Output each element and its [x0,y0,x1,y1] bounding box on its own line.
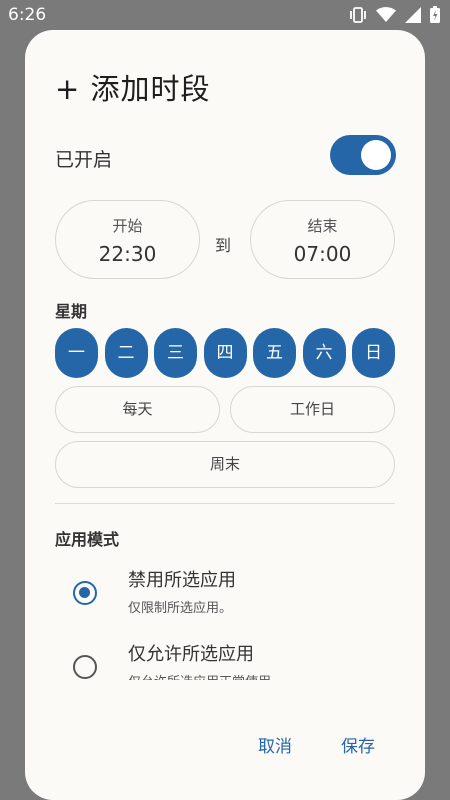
battery-icon [430,6,440,23]
status-time: 6:26 [8,5,47,25]
wifi-icon [376,6,396,23]
mode-option-title: 仅允许所选应用 [128,644,254,665]
mode-option-allow-only-selected[interactable]: 仅允许所选应用 仅允许所选应用正常使用 [55,640,395,680]
signal-icon [405,6,421,23]
status-icons [349,6,440,23]
mode-option-subtitle: 仅允许所选应用正常使用 [128,671,271,680]
status-bar: 6:26 [0,0,450,30]
save-button[interactable]: 保存 [341,732,375,757]
radio-unchecked-icon [73,655,97,679]
cancel-button[interactable]: 取消 [258,732,292,757]
radio-checked-icon [73,581,97,605]
add-period-dialog: + 添加时段 已开启 开始 22:30 到 结束 07:00 星期 一 二 三 … [25,30,425,800]
vibrate-icon [349,6,367,23]
mode-option-block-selected[interactable]: 禁用所选应用 仅限制所选应用。 [55,566,395,626]
mode-option-subtitle: 仅限制所选应用。 [128,601,233,616]
scroll-content-clip: 禁用所选应用 仅限制所选应用。 仅允许所选应用 仅允许所选应用正常使用 [25,30,425,680]
mode-option-title: 禁用所选应用 [128,570,236,591]
